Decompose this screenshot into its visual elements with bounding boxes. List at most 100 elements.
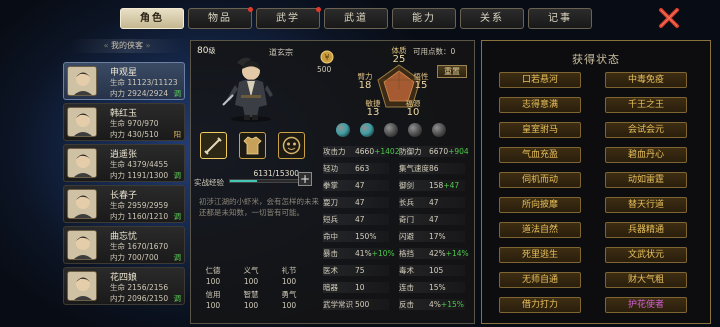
stat-value-wrap: 105 <box>429 265 443 276</box>
stat-row: 奇门 47 <box>399 214 465 225</box>
character-portrait <box>67 271 97 301</box>
stat-value: 47 <box>355 198 365 207</box>
stat-value: 47 <box>355 215 365 224</box>
tab-items[interactable]: 物品 <box>188 7 253 29</box>
status-buff[interactable]: 死里逃生 <box>499 247 581 263</box>
weapon-slot[interactable] <box>200 132 227 159</box>
exp-bar-fill <box>230 180 258 182</box>
status-buff[interactable]: 千王之王 <box>605 97 687 113</box>
status-buff[interactable]: 文武状元 <box>605 247 687 263</box>
character-portrait <box>67 230 97 260</box>
tab-journal[interactable]: 记事 <box>528 8 592 29</box>
character-hp: 生命 2156/2156 <box>110 283 169 292</box>
character-mp: 内力 700/700 <box>110 253 159 262</box>
stat-label: 暗器 <box>323 283 338 292</box>
status-buff[interactable]: 所向披靡 <box>499 197 581 213</box>
stat-value-wrap: 47 <box>429 214 439 225</box>
stat-bonus: +1402 <box>374 147 400 156</box>
accessory-slot[interactable] <box>278 132 305 159</box>
hero-portrait <box>222 57 273 122</box>
roster-header-label: 我的侠客 <box>111 41 143 50</box>
character-card[interactable]: 曲忘忧 生命 1670/1670 内力 700/700 调 <box>63 226 185 264</box>
status-buff[interactable]: 借力打力 <box>499 297 581 313</box>
close-icon[interactable] <box>657 6 681 30</box>
character-card[interactable]: 逍遥张 生命 4379/4455 内力 1191/1300 调 <box>63 144 185 182</box>
stat-label: 耍刀 <box>323 198 338 207</box>
status-buff[interactable]: 皇室驸马 <box>499 122 581 138</box>
armor-slot[interactable] <box>239 132 266 159</box>
status-buff[interactable]: 兵器精通 <box>605 222 687 238</box>
stat-value-wrap: 4660+1402 <box>355 146 399 157</box>
stat-bonus: +15% <box>440 300 464 309</box>
stat-row: 武学常识 500 <box>323 299 389 310</box>
stat-value-wrap: 47 <box>355 214 365 225</box>
gem-slot[interactable] <box>432 123 446 137</box>
stat-label: 闪避 <box>399 232 414 241</box>
stat-row: 轻功 663 <box>323 163 389 174</box>
character-portrait <box>67 66 97 96</box>
character-hp: 生命 1670/1670 <box>110 242 169 251</box>
stat-label: 长兵 <box>399 198 414 207</box>
stat-row: 拳掌 47 <box>323 180 389 191</box>
virtue-value: 100 <box>281 277 297 286</box>
attr-wuxing-value: 15 <box>414 80 428 91</box>
status-buff[interactable]: 会试会元 <box>605 122 687 138</box>
status-buff[interactable]: 护花使者 <box>605 297 687 313</box>
reset-button[interactable]: 重置 <box>437 65 467 78</box>
status-buff[interactable]: 无师自通 <box>499 272 581 288</box>
status-buff[interactable]: 气血充盈 <box>499 147 581 163</box>
stat-value-wrap: 158+47 <box>429 180 459 191</box>
character-card[interactable]: 韩红玉 生命 970/970 内力 430/510 阳 <box>63 103 185 141</box>
exp-value: 6131/15300 <box>253 169 299 178</box>
virtue-item: 智慧 100 <box>234 289 268 311</box>
character-card[interactable]: 申观星 生命 11123/11123 内力 2924/2924 调 <box>63 62 185 100</box>
status-buff[interactable]: 碧血丹心 <box>605 147 687 163</box>
tab-relations[interactable]: 关系 <box>460 8 524 29</box>
status-title: 获得状态 <box>572 53 620 66</box>
status-buff[interactable]: 口若悬河 <box>499 72 581 88</box>
tab-character[interactable]: 角色 <box>120 8 184 29</box>
stat-bonus: +904 <box>448 147 469 156</box>
stat-value-wrap: 47 <box>355 180 365 191</box>
points-label: 可用点数： <box>413 47 451 56</box>
stat-value-wrap: 6670+904 <box>429 146 469 157</box>
tab-abilities[interactable]: 能力 <box>392 8 456 29</box>
status-buff[interactable]: 替天行道 <box>605 197 687 213</box>
character-card[interactable]: 花四娘 生命 2156/2156 内力 2096/2150 调 <box>63 267 185 305</box>
add-exp-button[interactable]: + <box>298 172 312 186</box>
status-buff[interactable]: 伺机而动 <box>499 172 581 188</box>
stat-label: 命中 <box>323 232 338 241</box>
tab-label: 角色 <box>140 13 164 24</box>
gem-slot[interactable] <box>384 123 398 137</box>
character-tag: 调 <box>173 171 182 180</box>
status-buff[interactable]: 动如雷霆 <box>605 172 687 188</box>
status-buff[interactable]: 财大气粗 <box>605 272 687 288</box>
tab-martial-way[interactable]: 武道 <box>324 8 388 29</box>
stat-value: 42% <box>429 249 446 258</box>
status-buff[interactable]: 道法自然 <box>499 222 581 238</box>
character-tag: 调 <box>173 253 182 262</box>
tab-martial-arts[interactable]: 武学 <box>256 7 321 29</box>
svg-text:¥: ¥ <box>324 53 329 62</box>
stat-row: 命中 150% <box>323 231 389 242</box>
stat-label: 轻功 <box>323 164 338 173</box>
stat-label: 御剑 <box>399 181 414 190</box>
status-buff[interactable]: 中毒免疫 <box>605 72 687 88</box>
stat-value-wrap: 41%+10% <box>355 248 395 259</box>
status-buff[interactable]: 志得意满 <box>499 97 581 113</box>
gem-slot[interactable] <box>336 123 350 137</box>
stat-value: 4% <box>429 300 441 309</box>
stat-value-wrap: 17% <box>429 231 446 242</box>
stat-row: 毒术 105 <box>399 265 465 276</box>
character-mp: 内力 430/510 <box>110 130 159 139</box>
exp-bar <box>229 179 299 183</box>
character-mp: 内力 1191/1300 <box>110 171 169 180</box>
stat-row: 集气速度 86 <box>399 163 465 174</box>
attr-fuyuan-value: 10 <box>406 107 420 118</box>
stat-row: 暗器 10 <box>323 282 389 293</box>
stat-value: 86 <box>429 164 439 173</box>
stat-label: 格挡 <box>399 249 414 258</box>
gem-slot[interactable] <box>360 123 374 137</box>
character-card[interactable]: 长春子 生命 2959/2959 内力 1160/1210 调 <box>63 185 185 223</box>
gem-slot[interactable] <box>408 123 422 137</box>
